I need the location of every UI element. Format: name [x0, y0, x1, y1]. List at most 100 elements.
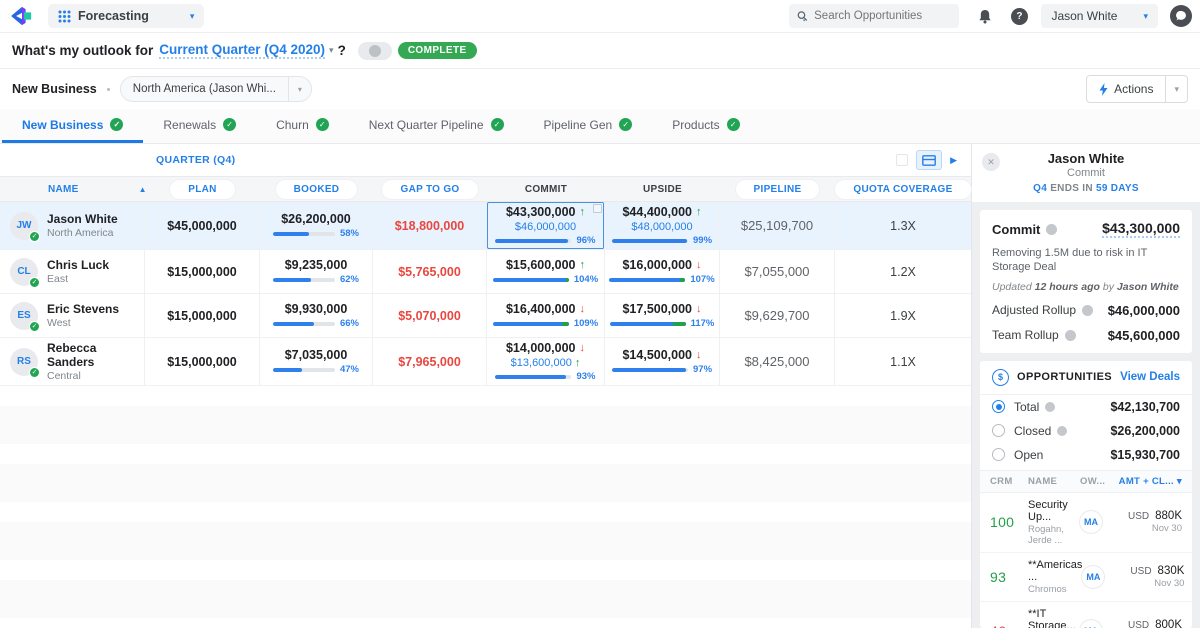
table-row[interactable]: RS ✓ Rebecca Sanders Central $15,000,000…: [0, 338, 971, 386]
trend-up-icon: ↑: [580, 259, 586, 271]
opportunities-card: $ OPPORTUNITIES View Deals Total $42,130…: [980, 361, 1192, 628]
tab-pipeline-gen[interactable]: Pipeline Gen ✓: [524, 109, 653, 143]
actions-button[interactable]: Actions: [1086, 75, 1166, 103]
commit-percent: 96%: [576, 235, 595, 246]
owner-badge[interactable]: MA: [1082, 566, 1104, 588]
owner-badge[interactable]: MA: [1080, 620, 1102, 628]
tab-next-quarter-pipeline[interactable]: Next Quarter Pipeline ✓: [349, 109, 524, 143]
table-view-icon[interactable]: [896, 154, 908, 166]
column-label: COMMIT: [525, 184, 567, 195]
info-icon[interactable]: [1057, 426, 1067, 436]
actions-dropdown-button[interactable]: ▾: [1166, 75, 1188, 103]
check-circle-icon: ✓: [727, 118, 740, 131]
column-header-pipeline[interactable]: PIPELINE: [720, 177, 835, 201]
deals-table-header: CRM NAME OW... AMT + CL... ▾: [980, 471, 1192, 493]
filter-label: Closed: [1014, 424, 1051, 438]
upside-progress: 117%: [610, 318, 715, 329]
upside-cell[interactable]: $44,400,000 ↑ $48,000,000 99%: [605, 202, 720, 249]
deal-row[interactable]: 93 **Americas ...Chromos MA USD830KNov 3…: [980, 553, 1192, 602]
column-name[interactable]: NAME: [1028, 476, 1080, 487]
app-switcher[interactable]: Forecasting ▾: [48, 4, 204, 28]
column-header-commit[interactable]: COMMIT: [487, 177, 605, 201]
deal-name[interactable]: **IT Storage...: [1028, 608, 1080, 628]
top-bar: Forecasting ▾ ? Jason White ▾: [0, 0, 1200, 33]
view-deals-link[interactable]: View Deals: [1120, 371, 1180, 383]
filter-value: $42,130,700: [1110, 400, 1180, 414]
avatar: JW ✓: [10, 212, 38, 240]
commit-card: Commit $43,300,000 Removing 1.5M due to …: [980, 210, 1192, 353]
column-amount-sort[interactable]: AMT + CL... ▾: [1116, 476, 1182, 487]
booked-percent: 66%: [340, 318, 359, 329]
user-menu[interactable]: Jason White ▾: [1041, 4, 1158, 28]
table-row[interactable]: CL ✓ Chris Luck East $15,000,000 $9,235,…: [0, 250, 971, 294]
info-icon[interactable]: [1082, 305, 1093, 316]
commit-cell[interactable]: $16,400,000 ↓ 109%: [487, 294, 605, 337]
notifications-button[interactable]: [973, 4, 997, 28]
info-icon[interactable]: [1065, 330, 1076, 341]
close-icon[interactable]: ✕: [982, 153, 1000, 171]
expand-panel-icon[interactable]: ▶: [950, 155, 957, 166]
grid-header-row: NAME ▲ PLAN BOOKED GAP TO GO COMMIT UPSI…: [0, 176, 971, 202]
tab-churn[interactable]: Churn ✓: [256, 109, 349, 143]
booked-value: $7,035,000: [285, 348, 348, 362]
commit-card-value[interactable]: $43,300,000: [1102, 220, 1180, 238]
column-header-booked[interactable]: BOOKED: [260, 177, 373, 201]
deal-name[interactable]: **Americas ...: [1028, 559, 1082, 583]
user-name: Jason White: [1051, 9, 1117, 23]
filter-open[interactable]: Open $15,930,700: [980, 443, 1192, 470]
deal-close-date: Nov 30: [1116, 523, 1182, 534]
deal-row[interactable]: 100 Security Up...Rogahn, Jerde ... MA U…: [980, 493, 1192, 553]
column-header-name[interactable]: NAME ▲: [0, 177, 145, 201]
radio-selected-icon[interactable]: [992, 400, 1005, 413]
period-selector[interactable]: Current Quarter (Q4 2020): [159, 42, 325, 59]
avatar-initials: ES: [17, 310, 30, 321]
commit-cell[interactable]: $14,000,000 ↓ $13,600,000 ↑ 93%: [487, 338, 605, 385]
table-row[interactable]: JW ✓ Jason White North America $45,000,0…: [0, 202, 971, 250]
radio-icon[interactable]: [992, 424, 1005, 437]
filter-total[interactable]: Total $42,130,700: [980, 395, 1192, 419]
updated-time: 12 hours ago: [1035, 281, 1100, 293]
commit-progress: 96%: [495, 235, 595, 246]
commit-cell[interactable]: $15,600,000 ↑ 104%: [487, 250, 605, 293]
deal-amount: 830K: [1158, 565, 1185, 577]
tab-new-business[interactable]: New Business ✓: [2, 109, 143, 143]
scope-selector[interactable]: North America (Jason Whi... ▾: [120, 76, 312, 102]
upside-cell[interactable]: $16,000,000 ↓ 107%: [605, 250, 720, 293]
column-header-quota-coverage[interactable]: QUOTA COVERAGE: [835, 177, 971, 201]
board-view-button[interactable]: [916, 150, 942, 170]
upside-cell[interactable]: $17,500,000 ↓ 117%: [605, 294, 720, 337]
status-toggle[interactable]: [358, 42, 392, 60]
expand-cell-icon[interactable]: [593, 204, 602, 213]
deals-table: CRM NAME OW... AMT + CL... ▾ 100 Securit…: [980, 470, 1192, 628]
commit-value: $16,400,000: [506, 302, 576, 316]
detail-panel-header: ✕ Jason White Commit Q4 ENDS IN 59 DAYS: [972, 144, 1200, 202]
owner-badge[interactable]: MA: [1080, 511, 1102, 533]
tab-products[interactable]: Products ✓: [652, 109, 759, 143]
empty-rows-area: [0, 386, 971, 628]
table-row[interactable]: ES ✓ Eric Stevens West $15,000,000 $9,93…: [0, 294, 971, 338]
commit-cell-selected[interactable]: $43,300,000 ↑ $46,000,000 96%: [487, 202, 605, 249]
search-input[interactable]: [814, 10, 951, 22]
team-rollup-row: Team Rollup $45,600,000: [992, 328, 1180, 343]
info-icon[interactable]: [1046, 224, 1057, 235]
column-owner[interactable]: OW...: [1080, 476, 1116, 487]
search-box[interactable]: [789, 4, 959, 28]
help-button[interactable]: ?: [1007, 4, 1031, 28]
info-icon[interactable]: [1045, 402, 1055, 412]
tab-label: New Business: [22, 118, 103, 132]
column-header-upside[interactable]: UPSIDE: [605, 177, 720, 201]
radio-icon[interactable]: [992, 448, 1005, 461]
deal-row[interactable]: 46 **IT Storage...Rainbow Servi... MA US…: [980, 602, 1192, 628]
column-header-gap-to-go[interactable]: GAP TO GO: [373, 177, 487, 201]
chat-widget-button[interactable]: [1170, 5, 1192, 27]
chevron-down-icon[interactable]: ▾: [329, 45, 334, 56]
deal-name[interactable]: Security Up...: [1028, 499, 1080, 523]
filter-closed[interactable]: Closed $26,200,000: [980, 419, 1192, 443]
tab-renewals[interactable]: Renewals ✓: [143, 109, 256, 143]
column-crm[interactable]: CRM: [990, 476, 1028, 487]
crm-score: 46: [990, 623, 1028, 628]
upside-cell[interactable]: $14,500,000 ↓ 97%: [605, 338, 720, 385]
chevron-down-icon: ▾: [1177, 476, 1182, 487]
plan-value: $15,000,000: [167, 309, 237, 323]
column-header-plan[interactable]: PLAN: [145, 177, 260, 201]
